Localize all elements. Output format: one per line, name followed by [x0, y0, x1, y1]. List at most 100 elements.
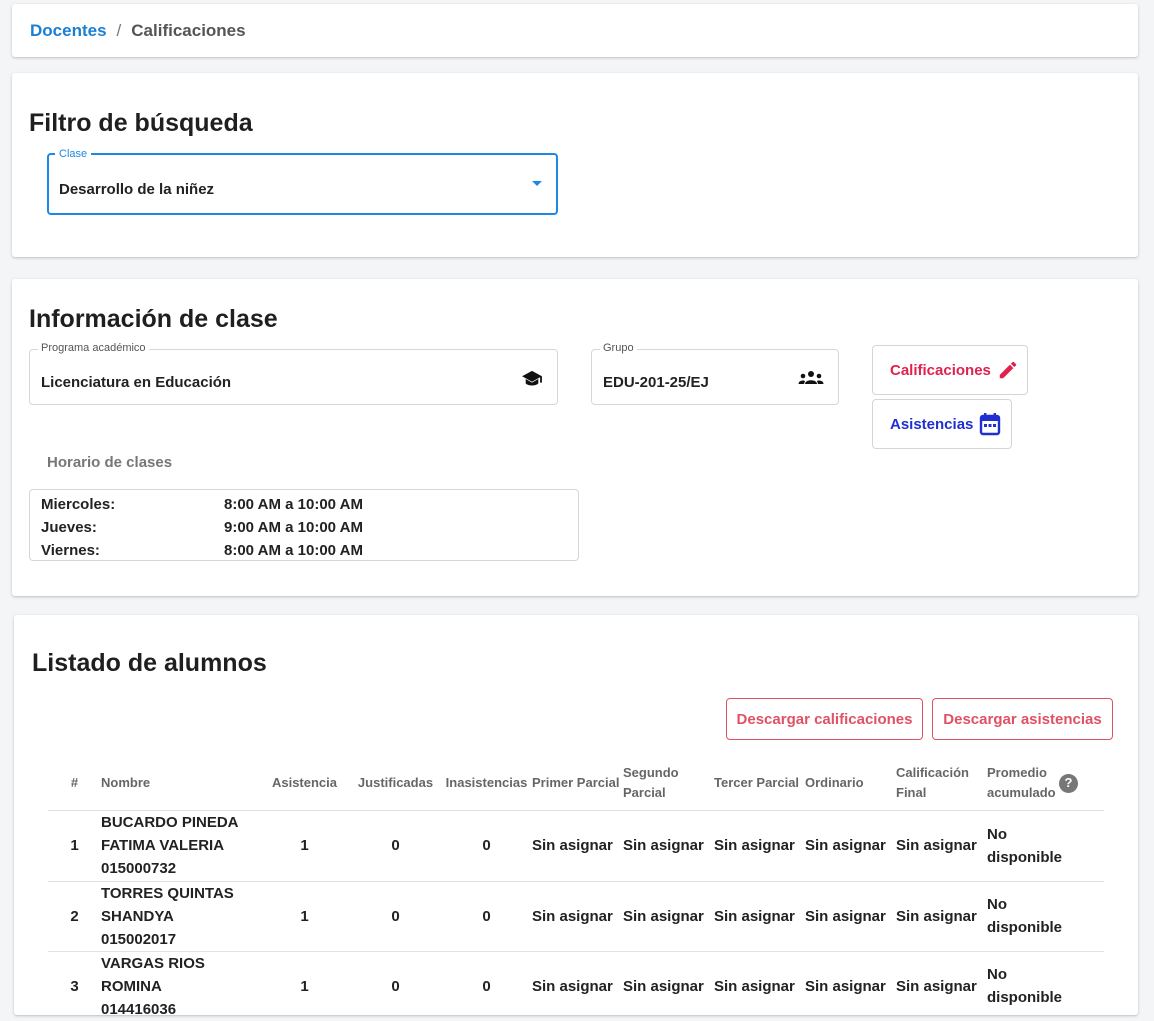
schedule-time: 8:00 AM a 10:00 AM	[224, 496, 363, 513]
row-inasistencias: 0	[441, 881, 532, 952]
breadcrumb-current: Calificaciones	[131, 21, 246, 40]
row-promedio-line: disponible	[987, 989, 1062, 1006]
header-segundo-parcial[interactable]: Segundo Parcial	[623, 757, 714, 811]
row-name-line: TORRES QUINTAS	[101, 884, 234, 902]
row-num: 2	[48, 881, 101, 952]
row-tercer-parcial: Sin asignar	[714, 881, 805, 952]
row-promedio-line: disponible	[987, 848, 1062, 866]
table-row: 2 TORRES QUINTAS SHANDYA 015002017 1 0 0…	[48, 881, 1104, 952]
schedule-row: Viernes: 8:00 AM a 10:00 AM	[30, 539, 578, 562]
schedule-day: Jueves:	[41, 519, 97, 536]
header-promedio[interactable]: Promedio acumulado ?	[987, 757, 1104, 811]
schedule-label: Horario de clases	[47, 454, 173, 471]
row-promedio-line: disponible	[987, 919, 1062, 936]
row-name-line: 014416036	[101, 1000, 177, 1018]
programa-label: Programa académico	[38, 342, 149, 354]
filter-title: Filtro de búsqueda	[29, 109, 253, 137]
clase-select[interactable]: Clase Desarrollo de la niñez	[47, 148, 558, 215]
row-asistencia: 1	[259, 881, 350, 952]
programa-value: Licenciatura en Educación	[41, 374, 232, 391]
asistencias-button-label: Asistencias	[890, 415, 974, 433]
row-segundo-parcial: Sin asignar	[623, 951, 714, 1021]
table-row: 1 BUCARDO PINEDA FATIMA VALERIA 01500073…	[48, 810, 1104, 882]
programa-field: Programa académico Licenciatura en Educa…	[29, 342, 558, 405]
clase-select-label: Clase	[55, 148, 92, 160]
calendar-icon	[980, 413, 1001, 436]
header-promedio-label: Promedio acumulado	[987, 765, 1056, 801]
row-promedio-line: No	[987, 896, 1007, 913]
row-name-line: SHANDYA	[101, 907, 174, 925]
row-justificadas: 0	[350, 951, 441, 1021]
schedule-row: Miercoles: 8:00 AM a 10:00 AM	[30, 493, 578, 516]
breadcrumb-docentes-link[interactable]: Docentes	[30, 21, 107, 41]
header-inasistencias[interactable]: Inasistencias	[441, 757, 532, 811]
breadcrumb: Docentes / Calificaciones	[30, 21, 246, 41]
pencil-icon	[999, 361, 1017, 379]
row-name: TORRES QUINTAS SHANDYA 015002017	[101, 881, 259, 952]
header-promedio-wrap: Promedio acumulado ?	[987, 763, 1104, 803]
schedule-box: Miercoles: 8:00 AM a 10:00 AM Jueves: 9:…	[29, 489, 579, 561]
row-calificacion-final: Sin asignar	[896, 881, 987, 952]
calificaciones-button-label: Calificaciones	[890, 361, 991, 379]
row-name-line: BUCARDO PINEDA	[101, 814, 239, 831]
header-calificacion-final-label: Calificación Final	[896, 765, 969, 801]
grupo-field: Grupo EDU-201-25/EJ	[591, 342, 839, 405]
breadcrumb-card: Docentes / Calificaciones	[12, 4, 1138, 57]
row-ordinario: Sin asignar	[805, 810, 896, 882]
header-tercer-parcial[interactable]: Tercer Parcial	[714, 757, 805, 811]
row-name-line: 015002017	[101, 930, 177, 948]
grupo-value: EDU-201-25/EJ	[603, 374, 709, 391]
schedule-time: 9:00 AM a 10:00 AM	[224, 519, 363, 536]
row-ordinario: Sin asignar	[805, 951, 896, 1021]
clase-select-value: Desarrollo de la niñez	[59, 181, 215, 198]
students-table: # Nombre Asistencia Justificadas Inasist…	[48, 757, 1104, 1021]
row-name: VARGAS RIOS ROMINA 014416036	[101, 951, 259, 1021]
class-info-card: Información de clase Programa académico …	[12, 279, 1138, 596]
header-num: #	[48, 757, 101, 811]
row-promedio-line: No	[987, 966, 1007, 983]
row-ordinario: Sin asignar	[805, 881, 896, 952]
download-attendance-button[interactable]: Descargar asistencias	[932, 698, 1113, 740]
graduation-cap-icon	[521, 370, 543, 393]
row-primer-parcial: Sin asignar	[532, 951, 623, 1021]
group-icon	[798, 370, 824, 391]
row-name: BUCARDO PINEDA FATIMA VALERIA 015000732	[101, 810, 259, 882]
class-info-title: Información de clase	[29, 305, 278, 333]
row-promedio: No disponible	[987, 951, 1104, 1021]
help-circle-icon[interactable]: ?	[1059, 773, 1078, 793]
row-promedio: No disponible	[987, 881, 1104, 952]
download-grades-button[interactable]: Descargar calificaciones	[726, 698, 923, 740]
row-asistencia: 1	[259, 810, 350, 882]
schedule-time: 8:00 AM a 10:00 AM	[224, 542, 363, 559]
row-inasistencias: 0	[441, 951, 532, 1021]
dropdown-arrow-icon[interactable]	[532, 181, 542, 186]
row-asistencia: 1	[259, 951, 350, 1021]
row-tercer-parcial: Sin asignar	[714, 951, 805, 1021]
row-name-line: FATIMA VALERIA	[101, 837, 225, 854]
row-name-line: VARGAS RIOS ROMINA	[101, 954, 205, 995]
header-ordinario[interactable]: Ordinario	[805, 757, 896, 811]
row-num: 3	[48, 951, 101, 1021]
row-justificadas: 0	[350, 881, 441, 952]
header-calificacion-final[interactable]: Calificación Final	[896, 757, 987, 811]
row-primer-parcial: Sin asignar	[532, 881, 623, 952]
asistencias-button[interactable]: Asistencias	[872, 399, 1012, 449]
row-segundo-parcial: Sin asignar	[623, 881, 714, 952]
row-calificacion-final: Sin asignar	[896, 810, 987, 882]
student-list-title: Listado de alumnos	[32, 649, 267, 677]
row-promedio: No disponible	[987, 810, 1104, 882]
row-num: 1	[48, 810, 101, 882]
header-justificadas[interactable]: Justificadas	[350, 757, 441, 811]
row-promedio-line: No	[987, 825, 1007, 843]
header-nombre[interactable]: Nombre	[101, 757, 259, 811]
header-primer-parcial[interactable]: Primer Parcial	[532, 757, 623, 811]
schedule-day: Viernes:	[41, 542, 100, 559]
header-asistencia[interactable]: Asistencia	[259, 757, 350, 811]
table-header-row: # Nombre Asistencia Justificadas Inasist…	[48, 757, 1104, 811]
grupo-label: Grupo	[600, 342, 637, 354]
student-list-card: Listado de alumnos Descargar calificacio…	[14, 615, 1138, 1021]
calificaciones-button[interactable]: Calificaciones	[872, 345, 1028, 395]
breadcrumb-separator: /	[116, 21, 122, 40]
row-segundo-parcial: Sin asignar	[623, 810, 714, 882]
row-calificacion-final: Sin asignar	[896, 951, 987, 1021]
